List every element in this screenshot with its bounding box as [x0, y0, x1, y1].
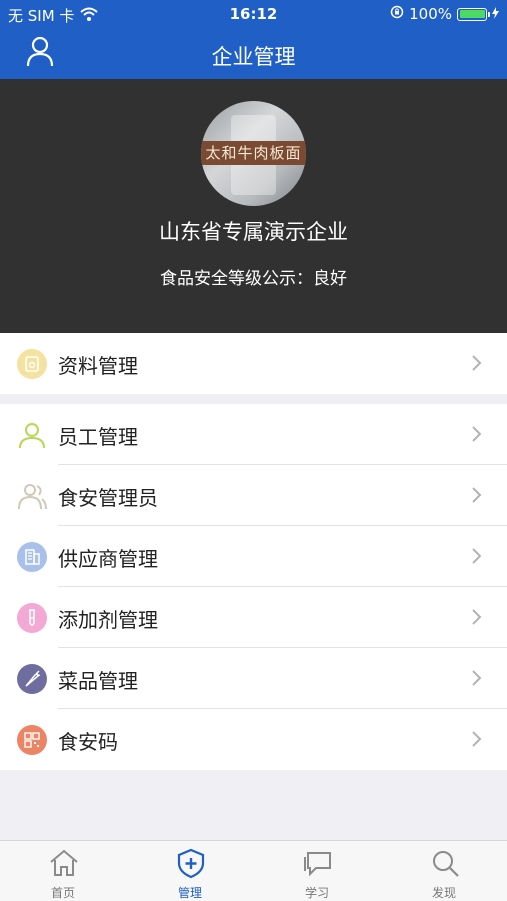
menu-item-food-safety-manager[interactable]: 食安管理员: [0, 465, 507, 526]
home-icon: [48, 847, 80, 879]
people-icon: [17, 481, 47, 511]
avatar-sign-text: 太和牛肉板面: [201, 141, 306, 165]
menu-group-data: 资料管理: [0, 333, 507, 394]
tab-discover[interactable]: 发现: [381, 841, 507, 901]
enterprise-name: 山东省专属演示企业: [159, 220, 348, 244]
battery-icon: [457, 7, 490, 21]
nav-bar: 企业管理: [0, 28, 507, 79]
enterprise-header: 太和牛肉板面 山东省专属演示企业 食品安全等级公示：良好: [0, 79, 507, 333]
menu-item-label: 员工管理: [58, 425, 138, 449]
carrot-icon: [17, 664, 47, 694]
menu-item-label: 食安码: [58, 730, 118, 754]
menu-item-dish-management[interactable]: 菜品管理: [0, 648, 507, 709]
chevron-right-icon: [471, 669, 483, 687]
chevron-right-icon: [471, 608, 483, 626]
tab-label: 首页: [50, 886, 75, 900]
chevron-right-icon: [471, 486, 483, 504]
charging-icon: [492, 5, 499, 23]
menu-item-staff-management[interactable]: 员工管理: [0, 404, 507, 465]
battery-percent: 100%: [409, 5, 452, 23]
menu-group-management: 员工管理 食安管理员 供应商管理 添加剂管理 菜品管理 食安码: [0, 404, 507, 770]
chevron-right-icon: [471, 425, 483, 443]
search-icon: [429, 847, 461, 879]
chevron-right-icon: [471, 730, 483, 748]
status-bar: 无 SIM 卡 16:12 100%: [0, 0, 507, 28]
menu-item-data-management[interactable]: 资料管理: [0, 333, 507, 394]
menu-item-label: 菜品管理: [58, 669, 138, 693]
menu-item-label: 供应商管理: [58, 547, 158, 571]
orientation-lock-icon: [390, 5, 404, 23]
chevron-right-icon: [471, 354, 483, 372]
building-icon: [17, 542, 47, 572]
tab-bar: 首页 管理 学习 发现: [0, 840, 507, 901]
menu-item-additive-management[interactable]: 添加剂管理: [0, 587, 507, 648]
chat-icon: [302, 847, 334, 879]
tab-home[interactable]: 首页: [0, 841, 126, 901]
page-title: 企业管理: [211, 45, 296, 69]
menu-item-label: 添加剂管理: [58, 608, 158, 632]
tab-learning[interactable]: 学习: [254, 841, 380, 901]
tab-label: 发现: [431, 886, 456, 900]
person-icon: [17, 420, 47, 450]
chevron-right-icon: [471, 547, 483, 565]
menu-item-label: 资料管理: [58, 354, 138, 378]
tab-label: 管理: [177, 886, 202, 900]
shield-plus-icon: [175, 847, 207, 879]
food-safety-level: 食品安全等级公示：良好: [160, 269, 347, 289]
menu-item-label: 食安管理员: [58, 486, 158, 510]
menu-item-food-safety-code[interactable]: 食安码: [0, 709, 507, 770]
menu-item-supplier-management[interactable]: 供应商管理: [0, 526, 507, 587]
tab-management[interactable]: 管理: [127, 841, 253, 901]
qr-code-icon: [17, 725, 47, 755]
test-tube-icon: [17, 603, 47, 633]
document-icon: [17, 349, 47, 379]
tab-label: 学习: [304, 886, 329, 900]
top-bar: 无 SIM 卡 16:12 100% 企业管理: [0, 0, 507, 79]
enterprise-avatar[interactable]: 太和牛肉板面: [201, 101, 306, 206]
